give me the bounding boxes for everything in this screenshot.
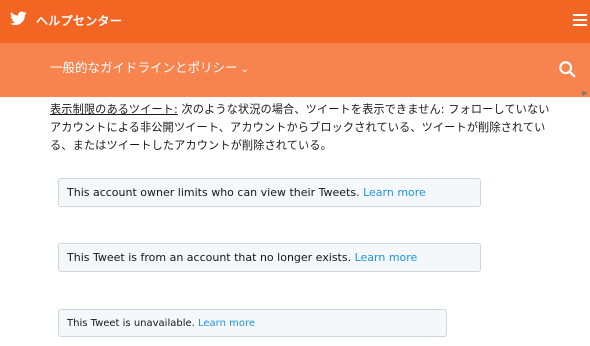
guidelines-subnav: 一般的なガイドラインとポリシー ⌄ [0, 43, 590, 97]
help-center-title[interactable]: ヘルプセンター [36, 12, 122, 29]
top-header-bar: ヘルプセンター [0, 0, 590, 43]
notice-text: This Tweet is from an account that no lo… [67, 251, 355, 264]
restricted-tweets-term: 表示制限のあるツイート: [50, 103, 178, 116]
notice-text: This Tweet is unavailable. [67, 318, 198, 329]
guidelines-dropdown[interactable]: 一般的なガイドラインとポリシー ⌄ [50, 57, 249, 76]
hamburger-menu-icon[interactable] [573, 14, 587, 27]
chevron-down-icon: ⌄ [240, 64, 249, 75]
notice-text: This account owner limits who can view t… [67, 186, 364, 199]
search-icon[interactable] [558, 60, 576, 78]
notice-protected-account: This account owner limits who can view t… [58, 178, 481, 207]
notice-tweet-unavailable: This Tweet is unavailable. Learn more [58, 309, 447, 337]
twitter-bird-icon[interactable] [10, 11, 27, 26]
notice-deleted-account: This Tweet is from an account that no lo… [58, 243, 481, 272]
learn-more-link[interactable]: Learn more [363, 186, 426, 199]
guidelines-dropdown-label: 一般的なガイドラインとポリシー [50, 60, 238, 75]
restricted-tweets-paragraph: 表示制限のあるツイート: 次のような状況の場合、ツイートを表示できません: フォ… [50, 101, 550, 155]
learn-more-link[interactable]: Learn more [198, 318, 255, 329]
scroll-right-arrow-icon[interactable]: ▶ [580, 86, 590, 100]
learn-more-link[interactable]: Learn more [355, 251, 418, 264]
